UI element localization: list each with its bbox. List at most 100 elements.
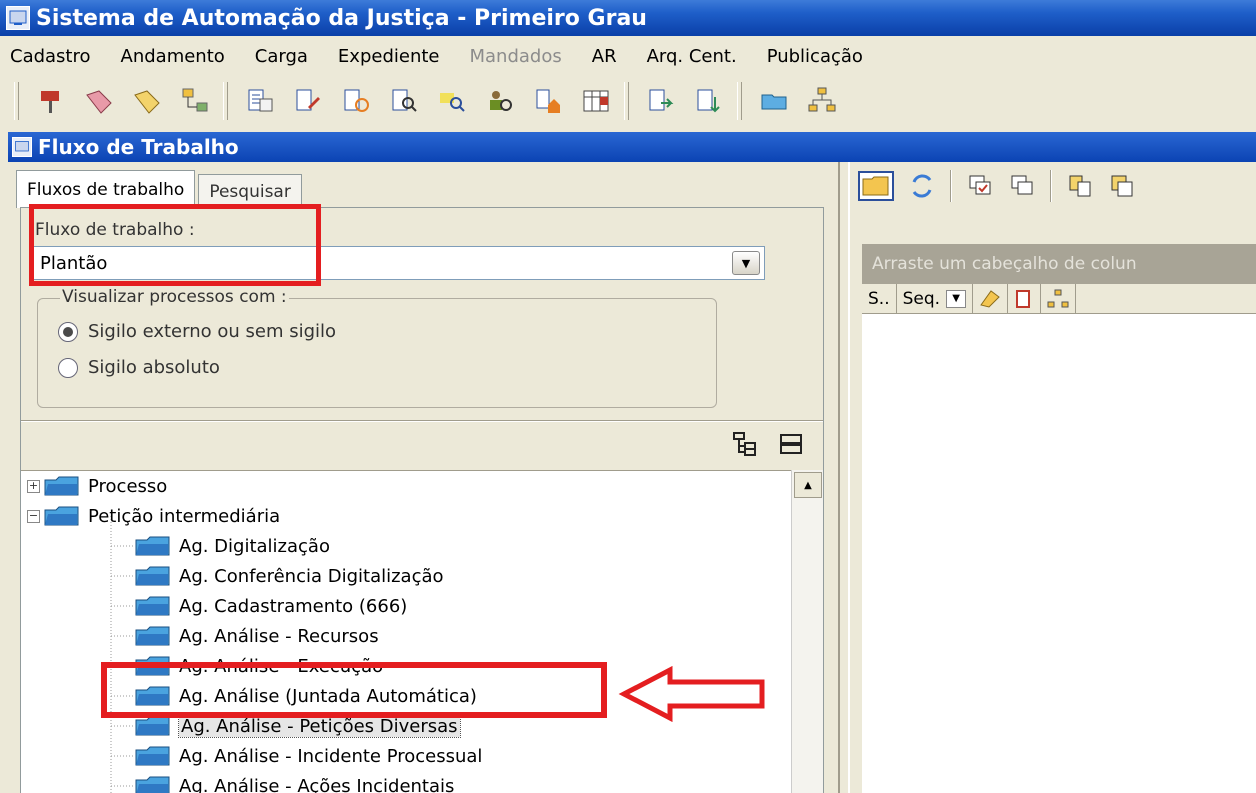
refresh-icon[interactable] [908, 172, 936, 200]
saj-app-icon [6, 6, 30, 30]
tree-node-child[interactable]: Ag. Análise - Incidente Processual [135, 741, 482, 771]
windows-icon[interactable] [1008, 172, 1036, 200]
tree-node-child[interactable]: Ag. Conferência Digitalização [135, 561, 444, 591]
radio-sigilo-absoluto[interactable]: Sigilo absoluto [58, 357, 220, 378]
tab-fluxos-de-trabalho[interactable]: Fluxos de trabalho [16, 170, 196, 208]
flag-icon[interactable] [35, 85, 67, 117]
search-person-icon[interactable] [484, 85, 516, 117]
visualizar-legend: Visualizar processos com : [60, 287, 289, 307]
folder-icon [135, 776, 170, 793]
copy-yellow-icon[interactable] [1066, 172, 1094, 200]
menu-mandados[interactable]: Mandados [470, 46, 562, 67]
column-document-icon[interactable] [1008, 284, 1042, 313]
radio-button-icon[interactable] [58, 357, 78, 378]
chevron-down-icon[interactable]: ▼ [732, 251, 760, 275]
menu-carga[interactable]: Carga [255, 46, 308, 67]
collapse-minus-icon[interactable]: − [27, 509, 40, 523]
menu-ar[interactable]: AR [592, 46, 617, 67]
document-search-icon[interactable] [388, 85, 420, 117]
tab-pesquisar[interactable]: Pesquisar [198, 174, 302, 208]
folder-icon [135, 596, 170, 616]
folder-icon [44, 476, 79, 496]
document-refresh-icon[interactable] [340, 85, 372, 117]
tree-label: Processo [88, 475, 168, 497]
group-by-banner[interactable]: Arraste um cabeçalho de colun [862, 244, 1256, 284]
calendar-grid-icon[interactable] [580, 85, 612, 117]
toolbar-separator [950, 170, 952, 202]
org-chart-icon[interactable] [806, 85, 838, 117]
toolbar-separator [1050, 170, 1052, 202]
grid-body[interactable] [862, 314, 1256, 793]
folder-icon [135, 716, 170, 736]
toolbar-grip [737, 82, 742, 120]
panel-title: Fluxo de Trabalho [38, 135, 239, 159]
tree-node-child[interactable]: Ag. Cadastramento (666) [135, 591, 407, 621]
menu-publicacao[interactable]: Publicação [767, 46, 863, 67]
menu-arq-cent[interactable]: Arq. Cent. [647, 46, 737, 67]
folder-move-icon[interactable] [758, 85, 790, 117]
grid-header: S.. Seq. ▼ [862, 284, 1256, 314]
tree-label: Ag. Cadastramento (666) [179, 595, 408, 617]
arrow-left-icon [618, 666, 765, 722]
divider [21, 420, 823, 422]
visualizar-group: Visualizar processos com : Sigilo extern… [37, 287, 717, 408]
menu-andamento[interactable]: Andamento [121, 46, 225, 67]
expand-tree-icon[interactable] [731, 430, 759, 458]
tab-strip: Fluxos de trabalho Pesquisar [16, 170, 305, 208]
document-list-icon[interactable] [244, 85, 276, 117]
scroll-up-icon[interactable]: ▲ [794, 472, 822, 498]
workflow-tree: + Processo − Petição intermediária Ag. D… [21, 470, 791, 793]
document-down-icon[interactable] [693, 85, 725, 117]
document-edit-icon[interactable] [292, 85, 324, 117]
folder-open-icon [44, 506, 79, 526]
panel-titlebar: Fluxo de Trabalho [8, 132, 1256, 162]
window-title: Sistema de Automação da Justiça - Primei… [36, 5, 647, 31]
right-toolbar [858, 166, 1136, 206]
tree-node-child[interactable]: Ag. Análise - Ações Incidentais [135, 771, 454, 793]
column-seq-label: Seq. [902, 288, 941, 309]
tree-label: Petição intermediária [88, 505, 281, 527]
highlight-box-selected [101, 662, 607, 718]
toolbar-grip [14, 82, 19, 120]
folder-icon [135, 536, 170, 556]
tree-node-child[interactable]: Ag. Análise - Recursos [135, 621, 379, 651]
folder-icon [135, 626, 170, 646]
toolbar-grip [223, 82, 228, 120]
folder-open-yellow-icon[interactable] [858, 171, 894, 201]
tag-pink-icon[interactable] [83, 85, 115, 117]
folder-icon [135, 566, 170, 586]
radio-sigilo-externo[interactable]: Sigilo externo ou sem sigilo [58, 321, 336, 342]
radio-label: Sigilo absoluto [88, 357, 220, 378]
tree-label: Ag. Análise - Petições Diversas [178, 714, 461, 738]
collapse-tree-icon[interactable] [777, 430, 805, 458]
column-seq[interactable]: Seq. ▼ [897, 284, 974, 313]
highlight-box-fluxo [29, 204, 321, 286]
column-filter-icon[interactable]: ▼ [946, 289, 967, 308]
column-s[interactable]: S.. [862, 284, 897, 313]
tree-node-processo[interactable]: + Processo [27, 471, 167, 501]
toolbar-grip [624, 82, 629, 120]
tree-structure-icon[interactable] [179, 85, 211, 117]
search-home-icon[interactable] [532, 85, 564, 117]
tree-node-peticao-intermediaria[interactable]: − Petição intermediária [27, 501, 280, 531]
paste-yellow-icon[interactable] [1108, 172, 1136, 200]
menu-expediente[interactable]: Expediente [338, 46, 440, 67]
column-org-icon[interactable] [1041, 284, 1077, 313]
window-titlebar: Sistema de Automação da Justiça - Primei… [0, 0, 1256, 36]
expand-plus-icon[interactable]: + [27, 479, 40, 493]
tag-yellow-icon[interactable] [131, 85, 163, 117]
tree-scrollbar[interactable]: ▲ [791, 470, 823, 793]
saj-panel-icon [12, 137, 32, 157]
menu-cadastro[interactable]: Cadastro [10, 46, 91, 67]
menu-bar: Cadastro Andamento Carga Expediente Mand… [0, 36, 1256, 76]
search-highlight-icon[interactable] [436, 85, 468, 117]
radio-label: Sigilo externo ou sem sigilo [88, 321, 337, 342]
checklist-icon[interactable] [966, 172, 994, 200]
radio-button-selected-icon[interactable] [58, 321, 78, 342]
tree-tools [731, 430, 805, 458]
tree-node-child[interactable]: Ag. Digitalização [135, 531, 330, 561]
column-note-icon[interactable] [973, 284, 1009, 313]
document-forward-icon[interactable] [645, 85, 677, 117]
tree-label: Ag. Análise - Recursos [179, 625, 379, 647]
process-list-panel: Arraste um cabeçalho de colun S.. Seq. ▼ [848, 162, 1256, 793]
